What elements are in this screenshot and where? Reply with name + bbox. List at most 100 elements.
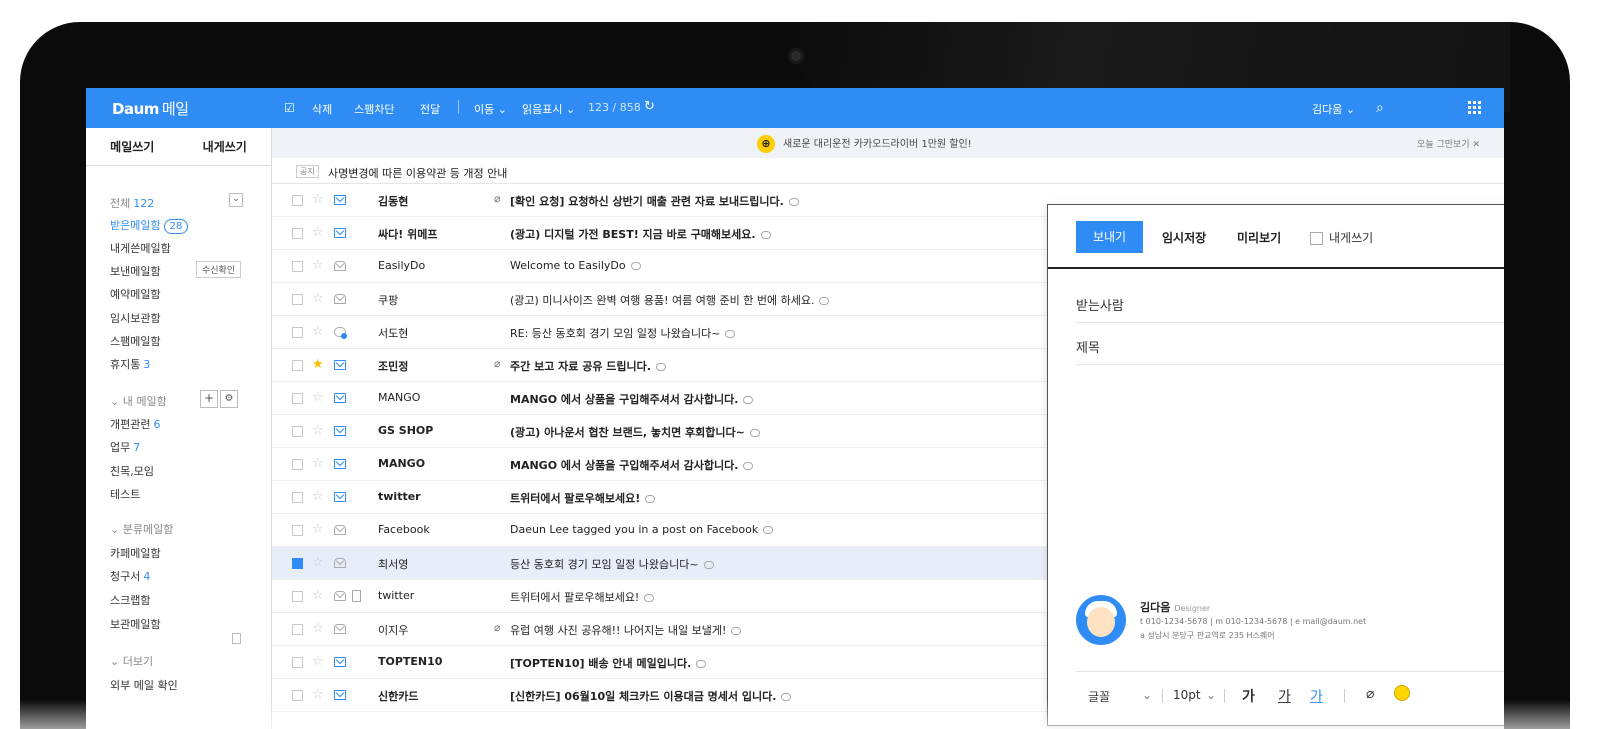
sidebar-item-reserved[interactable]: 예약메일함 bbox=[110, 286, 161, 302]
row-subject[interactable]: RE: 등산 동호회 경기 모임 일정 나왔습니다~ bbox=[510, 325, 736, 341]
gear-icon[interactable]: ⚙ bbox=[220, 390, 238, 408]
envelope-icon[interactable] bbox=[334, 195, 346, 205]
row-subject[interactable]: 트위터에서 팔로우해보세요! bbox=[510, 490, 656, 506]
row-subject[interactable]: MANGO 에서 상품을 구입해주셔서 감사합니다. bbox=[510, 391, 754, 407]
envelope-icon[interactable] bbox=[334, 558, 346, 568]
move-dropdown[interactable]: 이동 ⌄ bbox=[474, 101, 507, 117]
row-sender[interactable]: Facebook bbox=[378, 523, 430, 536]
promo-link[interactable]: ⊕ 새로운 대리운전 카카오드라이버 1만원 할인! bbox=[757, 135, 972, 153]
envelope-icon[interactable] bbox=[334, 591, 346, 601]
row-checkbox[interactable] bbox=[292, 459, 303, 470]
sidebar-item-folder-3[interactable]: 친목,모임 bbox=[110, 463, 154, 479]
row-checkbox[interactable] bbox=[292, 393, 303, 404]
star-icon[interactable]: ☆ bbox=[312, 390, 324, 405]
recipient-field[interactable]: 받는사람 참조 bbox=[1076, 281, 1504, 323]
sidebar-item-folder-1[interactable]: 개편관련 6 bbox=[110, 416, 160, 432]
chevron-down-icon[interactable]: ⌄ bbox=[229, 193, 243, 207]
row-sender[interactable]: MANGO bbox=[378, 457, 425, 470]
envelope-icon[interactable] bbox=[334, 393, 346, 403]
row-sender[interactable]: 싸다! 위메프 bbox=[378, 226, 437, 242]
row-sender[interactable]: 이지우 bbox=[378, 622, 408, 638]
row-subject[interactable]: [TOPTEN10] 배송 안내 메일입니다. bbox=[510, 655, 707, 671]
preview-bubble-icon[interactable] bbox=[725, 330, 736, 338]
to-me-checkbox[interactable]: 내게쓰기 bbox=[1310, 229, 1373, 246]
star-icon[interactable]: ☆ bbox=[312, 225, 324, 240]
row-checkbox[interactable] bbox=[292, 261, 303, 272]
preview-button[interactable]: 미리보기 bbox=[1237, 229, 1281, 246]
row-checkbox[interactable] bbox=[292, 657, 303, 668]
row-checkbox[interactable] bbox=[292, 591, 303, 602]
row-subject[interactable]: 주간 보고 자료 공유 드립니다. bbox=[510, 358, 666, 374]
app-logo[interactable]: Daum 메일 bbox=[112, 98, 189, 119]
row-subject[interactable]: MANGO 에서 상품을 구입해주셔서 감사합니다. bbox=[510, 457, 754, 473]
row-checkbox[interactable] bbox=[292, 558, 303, 569]
row-sender[interactable]: 쿠팡 bbox=[378, 292, 398, 308]
sidebar-item-sent[interactable]: 보낸메일함 bbox=[110, 263, 161, 279]
preview-bubble-icon[interactable] bbox=[655, 363, 666, 371]
row-subject[interactable]: [확인 요청] 요청하신 상반기 매출 관련 자료 보내드립니다. bbox=[510, 193, 799, 209]
envelope-icon[interactable] bbox=[334, 525, 346, 535]
user-menu[interactable]: 김다움 ⌄ bbox=[1312, 101, 1355, 117]
envelope-icon[interactable] bbox=[334, 492, 346, 502]
envelope-icon[interactable] bbox=[334, 261, 346, 271]
sidebar-item-folder-4[interactable]: 테스트 bbox=[110, 486, 140, 502]
row-subject[interactable]: (광고) 미니사이즈 완벽 여행 용품! 여름 여행 준비 한 번에 하세요. bbox=[510, 292, 830, 308]
row-checkbox[interactable] bbox=[292, 228, 303, 239]
write-to-me-button[interactable]: 내게쓰기 bbox=[179, 128, 272, 165]
reply-icon[interactable] bbox=[334, 327, 347, 339]
preview-bubble-icon[interactable] bbox=[630, 262, 641, 270]
row-checkbox[interactable] bbox=[292, 327, 303, 338]
star-icon[interactable]: ☆ bbox=[312, 456, 324, 471]
preview-bubble-icon[interactable] bbox=[645, 495, 656, 503]
row-checkbox[interactable] bbox=[292, 624, 303, 635]
sidebar-item-bills[interactable]: 청구서 4 bbox=[110, 568, 150, 584]
row-sender[interactable]: 최서영 bbox=[378, 556, 408, 572]
section-my-folders[interactable]: ⌄ 내 메일함 bbox=[110, 393, 167, 409]
row-sender[interactable]: TOPTEN10 bbox=[378, 655, 442, 668]
star-icon[interactable]: ☆ bbox=[312, 291, 324, 306]
sidebar-item-archive[interactable]: 보관메일함 bbox=[110, 616, 161, 632]
row-subject[interactable]: 유럽 여행 사진 공유해!! 나어지는 내일 보낼게! bbox=[510, 622, 742, 638]
trash-can-icon[interactable] bbox=[232, 633, 241, 644]
row-sender[interactable]: twitter bbox=[378, 490, 421, 503]
star-icon[interactable]: ★ bbox=[312, 357, 324, 372]
preview-bubble-icon[interactable] bbox=[788, 198, 799, 206]
star-icon[interactable]: ☆ bbox=[312, 555, 324, 570]
save-draft-button[interactable]: 임시저장 bbox=[1162, 229, 1206, 246]
star-icon[interactable]: ☆ bbox=[312, 522, 324, 537]
row-checkbox[interactable] bbox=[292, 294, 303, 305]
sidebar-item-drafts[interactable]: 임시보관함 bbox=[110, 310, 161, 326]
envelope-icon[interactable] bbox=[334, 294, 346, 304]
row-checkbox[interactable] bbox=[292, 426, 303, 437]
row-subject[interactable]: 등산 동호회 경기 모임 일정 나왔습니다~ bbox=[510, 556, 714, 572]
sidebar-item-inbox[interactable]: 받은메일함 28 bbox=[110, 217, 189, 234]
row-subject[interactable]: Daeun Lee tagged you in a post on Facebo… bbox=[510, 523, 774, 536]
sidebar-item-external[interactable]: 외부 메일 확인 bbox=[110, 677, 178, 693]
preview-bubble-icon[interactable] bbox=[743, 462, 754, 470]
row-subject[interactable]: (광고) 디지털 가전 BEST! 지금 바로 구매해보세요. bbox=[510, 226, 771, 242]
row-sender[interactable]: 서도현 bbox=[378, 325, 408, 341]
preview-bubble-icon[interactable] bbox=[749, 429, 760, 437]
preview-bubble-icon[interactable] bbox=[644, 594, 655, 602]
add-folder-icon[interactable]: + bbox=[200, 390, 218, 408]
row-sender[interactable]: 김동현 bbox=[378, 193, 408, 209]
star-icon[interactable]: ☆ bbox=[312, 654, 324, 669]
sidebar-item-folder-2[interactable]: 업무 7 bbox=[110, 439, 140, 455]
sidebar-item-all[interactable]: 전체 122 bbox=[110, 195, 154, 211]
envelope-icon[interactable] bbox=[334, 624, 346, 634]
preview-bubble-icon[interactable] bbox=[696, 660, 707, 668]
preview-bubble-icon[interactable] bbox=[760, 231, 771, 239]
star-icon[interactable]: ☆ bbox=[312, 423, 324, 438]
delete-button[interactable]: 삭제 bbox=[312, 101, 332, 117]
envelope-icon[interactable] bbox=[334, 426, 346, 436]
row-subject[interactable]: 트위터에서 팔로우해보세요! bbox=[510, 589, 655, 605]
row-checkbox[interactable] bbox=[292, 360, 303, 371]
envelope-icon[interactable] bbox=[334, 690, 346, 700]
star-icon[interactable]: ☆ bbox=[312, 489, 324, 504]
write-mail-button[interactable]: 메일쓰기 bbox=[86, 128, 179, 165]
sidebar-item-scrap[interactable]: 스크랩함 bbox=[110, 592, 150, 608]
envelope-icon[interactable] bbox=[334, 228, 346, 238]
notice-row[interactable]: 공지 사명변경에 따른 이용약관 등 개정 안내 bbox=[272, 158, 1504, 184]
star-icon[interactable]: ☆ bbox=[312, 192, 324, 207]
apps-grid-icon[interactable] bbox=[1468, 101, 1481, 114]
